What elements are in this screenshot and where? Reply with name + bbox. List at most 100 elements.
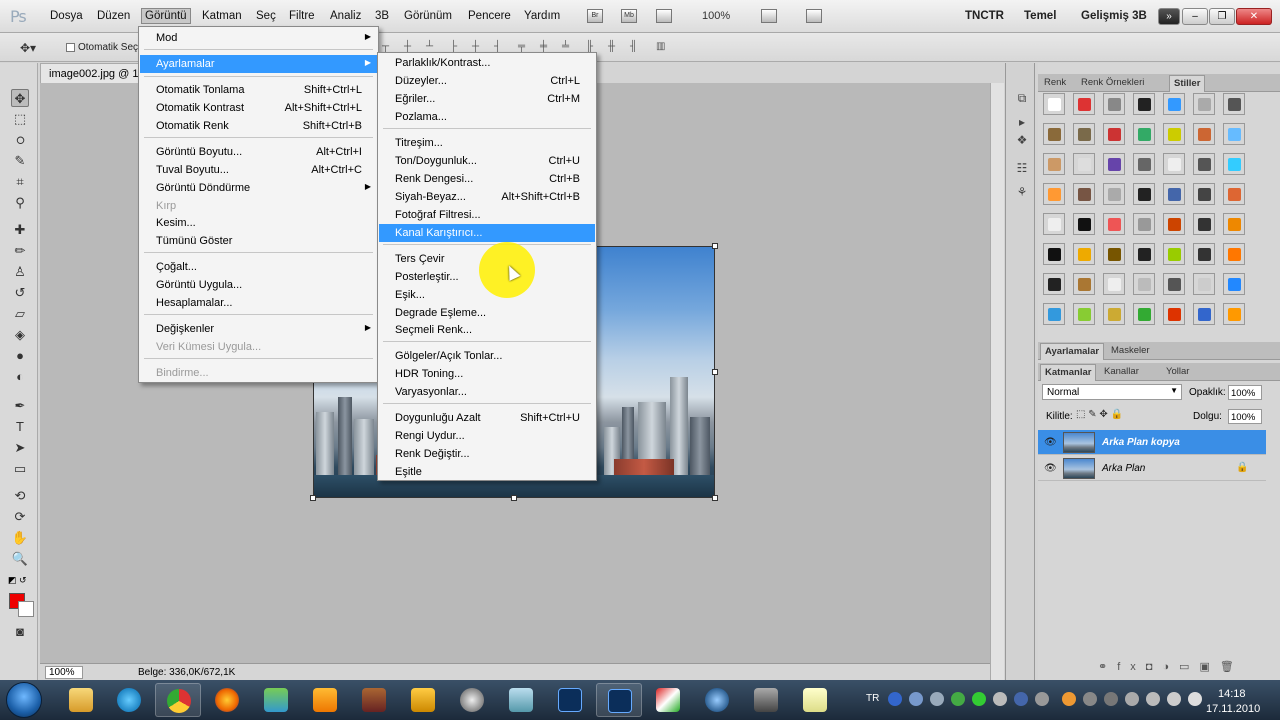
menu-item-otomatik-kontrast[interactable]: Otomatik Kontrast Alt+Shift+Ctrl+L: [140, 99, 377, 117]
menu-item-parlaklik-kontrast[interactable]: Parlaklık/Kontrast...: [379, 54, 595, 72]
menu-sec[interactable]: Seç: [253, 9, 279, 23]
clone-source-panel-icon[interactable]: ⚘: [1014, 185, 1030, 201]
ie-taskbar-icon[interactable]: [106, 683, 152, 717]
menu-item-ayarlamalar[interactable]: Ayarlamalar ▶: [140, 55, 377, 73]
menu-item-goruntu-dondurme[interactable]: Görüntü Döndürme ▶: [140, 179, 377, 197]
style-swatch[interactable]: [1163, 183, 1185, 205]
style-swatch[interactable]: [1133, 153, 1155, 175]
layer-panel-footer-icons[interactable]: ⚭fx◘◑▭▣🗑: [1098, 660, 1244, 673]
tab-katmanlar[interactable]: Katmanlar: [1040, 364, 1097, 381]
tray-icon[interactable]: [930, 692, 944, 706]
style-swatch[interactable]: [1193, 213, 1215, 235]
transform-handle[interactable]: [511, 495, 517, 501]
zoom-tool-icon[interactable]: 🔍: [11, 550, 29, 568]
menu-item-ton-doygunluk[interactable]: Ton/Doygunluk... Ctrl+U: [379, 152, 595, 170]
menu-dosya[interactable]: Dosya: [47, 9, 86, 23]
style-swatch[interactable]: [1043, 273, 1065, 295]
tray-icon[interactable]: [972, 692, 986, 706]
tray-icon[interactable]: [1083, 692, 1097, 706]
style-swatch[interactable]: [1073, 183, 1095, 205]
language-indicator[interactable]: TR: [866, 693, 879, 704]
restore-icon[interactable]: ❐: [1209, 8, 1235, 25]
tray-icon[interactable]: [993, 692, 1007, 706]
clock-time[interactable]: 14:18: [1218, 688, 1246, 700]
style-swatch[interactable]: [1043, 183, 1065, 205]
style-swatch[interactable]: [1223, 183, 1245, 205]
app-taskbar-icon[interactable]: [645, 683, 691, 717]
menu-gorunum[interactable]: Görünüm: [401, 9, 455, 23]
menu-item-degiskenler[interactable]: Değişkenler ▶: [140, 320, 377, 338]
style-swatch[interactable]: [1223, 123, 1245, 145]
app-taskbar-icon[interactable]: [400, 683, 446, 717]
messenger-taskbar-icon[interactable]: [253, 683, 299, 717]
transform-handle[interactable]: [712, 369, 718, 375]
healing-brush-icon[interactable]: ✚: [11, 221, 29, 239]
distribute-right-icon[interactable]: ╢: [630, 41, 644, 54]
network-icon[interactable]: [1146, 692, 1160, 706]
screen-mode-icon[interactable]: [806, 9, 822, 23]
dodge-tool-icon[interactable]: ◐: [11, 368, 29, 386]
fill-input[interactable]: 100%: [1228, 409, 1262, 424]
style-swatch[interactable]: [1163, 213, 1185, 235]
bluetooth-icon[interactable]: [1014, 692, 1028, 706]
menu-item-pozlama[interactable]: Pozlama...: [379, 108, 595, 126]
photoshop-taskbar-icon[interactable]: [547, 683, 593, 717]
transform-handle[interactable]: [310, 495, 316, 501]
menu-item-renk-degistir[interactable]: Renk Değiştir...: [379, 445, 595, 463]
style-swatch[interactable]: [1163, 93, 1185, 115]
auto-select-checkbox[interactable]: [66, 43, 75, 52]
style-swatch[interactable]: [1163, 153, 1185, 175]
style-swatch[interactable]: [1103, 93, 1125, 115]
menu-katman[interactable]: Katman: [199, 9, 245, 23]
help-tray-icon[interactable]: [888, 692, 902, 706]
close-icon[interactable]: ✕: [1236, 8, 1272, 25]
menu-yardim[interactable]: Yardım: [521, 9, 563, 23]
menu-item-goruntu-boyutu[interactable]: Görüntü Boyutu... Alt+Ctrl+I: [140, 143, 377, 161]
notes-taskbar-icon[interactable]: [792, 683, 838, 717]
tab-kanallar[interactable]: Kanallar: [1104, 366, 1139, 377]
blur-tool-icon[interactable]: ●: [11, 347, 29, 365]
style-swatch[interactable]: [1043, 123, 1065, 145]
style-swatch[interactable]: [1193, 153, 1215, 175]
menu-3b[interactable]: 3B: [372, 9, 392, 23]
style-swatch[interactable]: [1133, 273, 1155, 295]
3d-panel-icon[interactable]: ❖: [1014, 133, 1030, 149]
3d-rotate-icon[interactable]: ⟲: [11, 487, 29, 505]
menu-item-cogalt[interactable]: Çoğalt...: [140, 258, 377, 276]
chrome-taskbar-icon[interactable]: [155, 683, 201, 717]
tray-icon[interactable]: [909, 692, 923, 706]
style-swatch[interactable]: [1043, 303, 1065, 325]
menu-item-otomatik-renk[interactable]: Otomatik Renk Shift+Ctrl+B: [140, 117, 377, 135]
marquee-tool-icon[interactable]: ⬚: [11, 110, 29, 128]
type-tool-icon[interactable]: T: [11, 418, 29, 436]
style-swatch[interactable]: [1103, 123, 1125, 145]
style-swatch[interactable]: [1043, 213, 1065, 235]
style-swatch[interactable]: [1103, 243, 1125, 265]
style-swatch[interactable]: [1163, 303, 1185, 325]
menu-item-renk-dengesi[interactable]: Renk Dengesi... Ctrl+B: [379, 170, 595, 188]
menu-item-esitle[interactable]: Eşitle: [379, 463, 595, 481]
tab-maskeler[interactable]: Maskeler: [1111, 345, 1150, 356]
menu-pencere[interactable]: Pencere: [465, 9, 514, 23]
style-swatch[interactable]: [1073, 243, 1095, 265]
style-swatch[interactable]: [1223, 273, 1245, 295]
style-swatch[interactable]: [1073, 153, 1095, 175]
paint-bucket-icon[interactable]: ◈: [11, 326, 29, 344]
blend-mode-select[interactable]: Normal ▼: [1042, 384, 1182, 400]
app-taskbar-icon[interactable]: [351, 683, 397, 717]
style-swatch[interactable]: [1133, 243, 1155, 265]
app-taskbar-icon[interactable]: [743, 683, 789, 717]
vertical-scrollbar[interactable]: [990, 83, 1004, 680]
swap-colors-icon[interactable]: ◩ ↺: [8, 575, 27, 586]
zoom-level[interactable]: 100%: [702, 10, 730, 22]
style-swatch[interactable]: [1163, 273, 1185, 295]
menu-item-egriler[interactable]: Eğriler... Ctrl+M: [379, 90, 595, 108]
menu-item-golgeler-acik-tonlar[interactable]: Gölgeler/Açık Tonlar...: [379, 347, 595, 365]
move-tool-icon[interactable]: ✥▾: [20, 41, 36, 55]
tray-icon[interactable]: [1125, 692, 1139, 706]
arrange-docs-icon[interactable]: [761, 9, 777, 23]
uc-taskbar-icon[interactable]: [302, 683, 348, 717]
clone-stamp-icon[interactable]: ♙: [11, 263, 29, 281]
workspace-temel[interactable]: Temel: [1024, 10, 1056, 22]
hand-tool-icon[interactable]: ✋: [11, 529, 29, 547]
